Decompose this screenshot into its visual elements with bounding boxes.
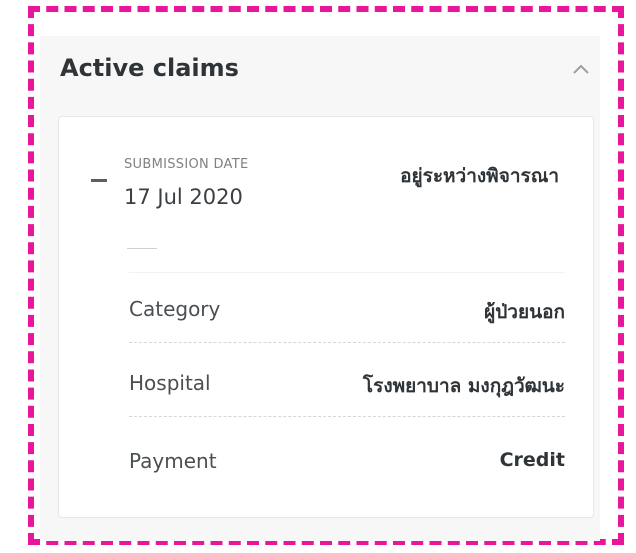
detail-label: Category [129,297,221,321]
minus-icon[interactable] [91,179,107,182]
claim-status: อยู่ระหว่างพิจารณา [400,165,559,187]
detail-label: Payment [129,449,217,473]
submission-date-value: 17 Jul 2020 [124,185,243,209]
detail-value: Credit [499,449,565,471]
detail-row-category: Category ผู้ป่วยนอก [129,283,565,343]
panel-title: Active claims [60,54,239,82]
chevron-up-icon[interactable] [568,58,594,80]
submission-date-label: SUBMISSION DATE [124,157,249,172]
divider-short [127,248,157,249]
claim-card[interactable]: SUBMISSION DATE 17 Jul 2020 อยู่ระหว่างพ… [58,116,594,518]
active-claims-panel: Active claims SUBMISSION DATE 17 Jul 202… [40,36,600,541]
detail-label: Hospital [129,371,211,395]
detail-value: โรงพยาบาล มงกุฎวัฒนะ [362,375,565,397]
detail-row-payment: Payment Credit [129,435,565,495]
divider [129,272,565,273]
detail-row-hospital: Hospital โรงพยาบาล มงกุฎวัฒนะ [129,357,565,417]
detail-value: ผู้ป่วยนอก [484,301,565,323]
